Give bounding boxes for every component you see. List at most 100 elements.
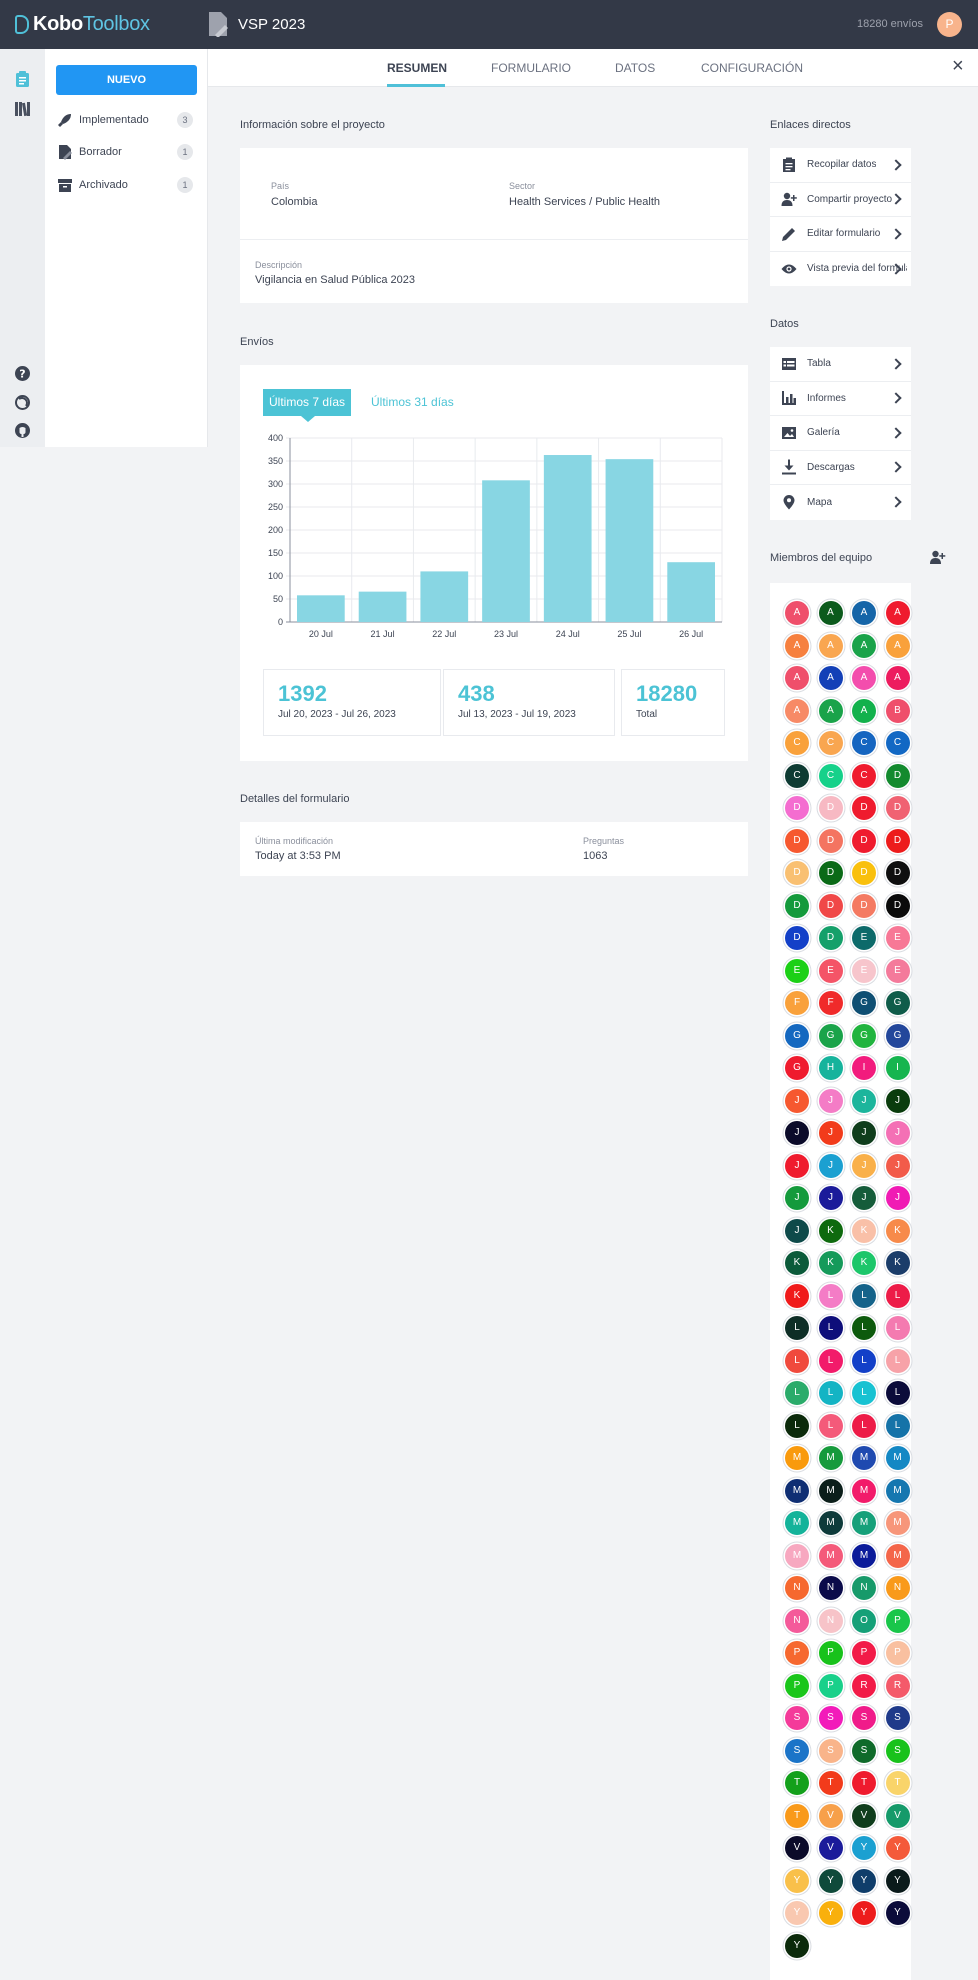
member-avatar[interactable]: S <box>785 1706 809 1730</box>
member-avatar[interactable]: M <box>785 1446 809 1470</box>
tab-summary[interactable]: RESUMEN <box>387 61 447 87</box>
member-avatar[interactable]: L <box>885 1381 910 1405</box>
member-avatar[interactable]: N <box>885 1576 910 1600</box>
member-avatar[interactable]: S <box>785 1738 809 1763</box>
member-avatar[interactable]: L <box>885 1316 910 1340</box>
member-avatar[interactable]: J <box>852 1121 876 1145</box>
member-avatar[interactable]: D <box>885 828 910 853</box>
member-avatar[interactable]: J <box>785 1186 809 1210</box>
member-avatar[interactable]: K <box>818 1218 843 1243</box>
member-avatar[interactable]: P <box>818 1641 843 1665</box>
member-avatar[interactable]: A <box>785 666 809 690</box>
member-avatar[interactable]: J <box>885 1121 910 1145</box>
member-avatar[interactable]: T <box>852 1771 876 1795</box>
member-avatar[interactable]: R <box>885 1673 910 1698</box>
member-avatar[interactable]: D <box>818 796 843 820</box>
member-avatar[interactable]: D <box>785 926 809 950</box>
member-avatar[interactable]: P <box>852 1641 876 1665</box>
user-avatar[interactable]: P <box>937 12 962 37</box>
member-avatar[interactable]: C <box>852 731 876 755</box>
member-avatar[interactable]: A <box>818 698 843 723</box>
member-avatar[interactable]: L <box>785 1316 809 1340</box>
member-avatar[interactable]: J <box>818 1153 843 1178</box>
member-avatar[interactable]: K <box>785 1283 809 1308</box>
close-icon[interactable]: × <box>952 55 964 78</box>
member-avatar[interactable]: M <box>885 1478 910 1503</box>
member-avatar[interactable]: M <box>885 1543 910 1568</box>
member-avatar[interactable]: A <box>785 698 809 723</box>
member-avatar[interactable]: J <box>785 1088 809 1113</box>
member-avatar[interactable]: L <box>818 1316 843 1340</box>
member-avatar[interactable]: P <box>785 1641 809 1665</box>
member-avatar[interactable]: L <box>852 1381 876 1405</box>
member-avatar[interactable]: Y <box>852 1868 876 1893</box>
member-avatar[interactable]: D <box>785 796 809 820</box>
add-member-icon[interactable] <box>929 549 946 565</box>
member-avatar[interactable]: A <box>785 633 809 658</box>
member-avatar[interactable]: G <box>818 1023 843 1048</box>
member-avatar[interactable]: G <box>885 1023 910 1048</box>
member-avatar[interactable]: N <box>818 1608 843 1633</box>
member-avatar[interactable]: D <box>818 828 843 853</box>
link-reports[interactable]: Informes <box>770 382 911 416</box>
link-gallery[interactable]: Galería <box>770 416 911 451</box>
member-avatar[interactable]: T <box>885 1771 910 1795</box>
member-avatar[interactable]: J <box>852 1186 876 1210</box>
member-avatar[interactable]: J <box>885 1153 910 1178</box>
member-avatar[interactable]: P <box>785 1673 809 1698</box>
member-avatar[interactable]: M <box>852 1478 876 1503</box>
member-avatar[interactable]: C <box>885 731 910 755</box>
member-avatar[interactable]: F <box>818 991 843 1015</box>
member-avatar[interactable]: A <box>818 601 843 625</box>
member-avatar[interactable]: G <box>785 1056 809 1080</box>
member-avatar[interactable]: N <box>785 1576 809 1600</box>
library-icon[interactable] <box>14 100 31 117</box>
member-avatar[interactable]: L <box>785 1348 809 1373</box>
member-avatar[interactable]: P <box>885 1608 910 1633</box>
member-avatar[interactable]: K <box>885 1251 910 1275</box>
member-avatar[interactable]: L <box>852 1348 876 1373</box>
member-avatar[interactable]: D <box>885 861 910 885</box>
member-avatar[interactable]: V <box>785 1836 809 1860</box>
member-avatar[interactable]: A <box>852 633 876 658</box>
member-avatar[interactable]: J <box>852 1153 876 1178</box>
member-avatar[interactable]: D <box>818 861 843 885</box>
member-avatar[interactable]: D <box>885 893 910 918</box>
member-avatar[interactable]: D <box>852 828 876 853</box>
member-avatar[interactable]: K <box>818 1251 843 1275</box>
member-avatar[interactable]: Y <box>785 1868 809 1893</box>
member-avatar[interactable]: M <box>885 1511 910 1535</box>
link-downloads[interactable]: Descargas <box>770 451 911 485</box>
member-avatar[interactable]: M <box>785 1478 809 1503</box>
member-avatar[interactable]: V <box>818 1803 843 1828</box>
member-avatar[interactable]: L <box>885 1413 910 1438</box>
member-avatar[interactable]: L <box>852 1413 876 1438</box>
member-avatar[interactable]: I <box>852 1056 876 1080</box>
member-avatar[interactable]: V <box>818 1836 843 1860</box>
member-avatar[interactable]: D <box>785 893 809 918</box>
member-avatar[interactable]: L <box>818 1413 843 1438</box>
member-avatar[interactable]: Y <box>885 1868 910 1893</box>
member-avatar[interactable]: P <box>818 1673 843 1698</box>
member-avatar[interactable]: D <box>852 796 876 820</box>
member-avatar[interactable]: Y <box>785 1933 809 1958</box>
member-avatar[interactable]: E <box>885 926 910 950</box>
member-avatar[interactable]: T <box>818 1771 843 1795</box>
support-icon[interactable] <box>14 394 31 411</box>
member-avatar[interactable]: Y <box>818 1901 843 1925</box>
member-avatar[interactable]: M <box>818 1543 843 1568</box>
member-avatar[interactable]: L <box>852 1316 876 1340</box>
link-share-project[interactable]: Compartir proyecto <box>770 183 911 217</box>
member-avatar[interactable]: J <box>818 1088 843 1113</box>
member-avatar[interactable]: S <box>885 1738 910 1763</box>
member-avatar[interactable]: M <box>852 1446 876 1470</box>
member-avatar[interactable]: L <box>818 1381 843 1405</box>
link-collect-data[interactable]: Recopilar datos <box>770 148 911 183</box>
member-avatar[interactable]: L <box>852 1283 876 1308</box>
member-avatar[interactable]: A <box>852 666 876 690</box>
member-avatar[interactable]: C <box>785 731 809 755</box>
member-avatar[interactable]: M <box>852 1511 876 1535</box>
member-avatar[interactable]: A <box>885 666 910 690</box>
new-button[interactable]: NUEVO <box>56 65 197 95</box>
member-avatar[interactable]: J <box>818 1121 843 1145</box>
